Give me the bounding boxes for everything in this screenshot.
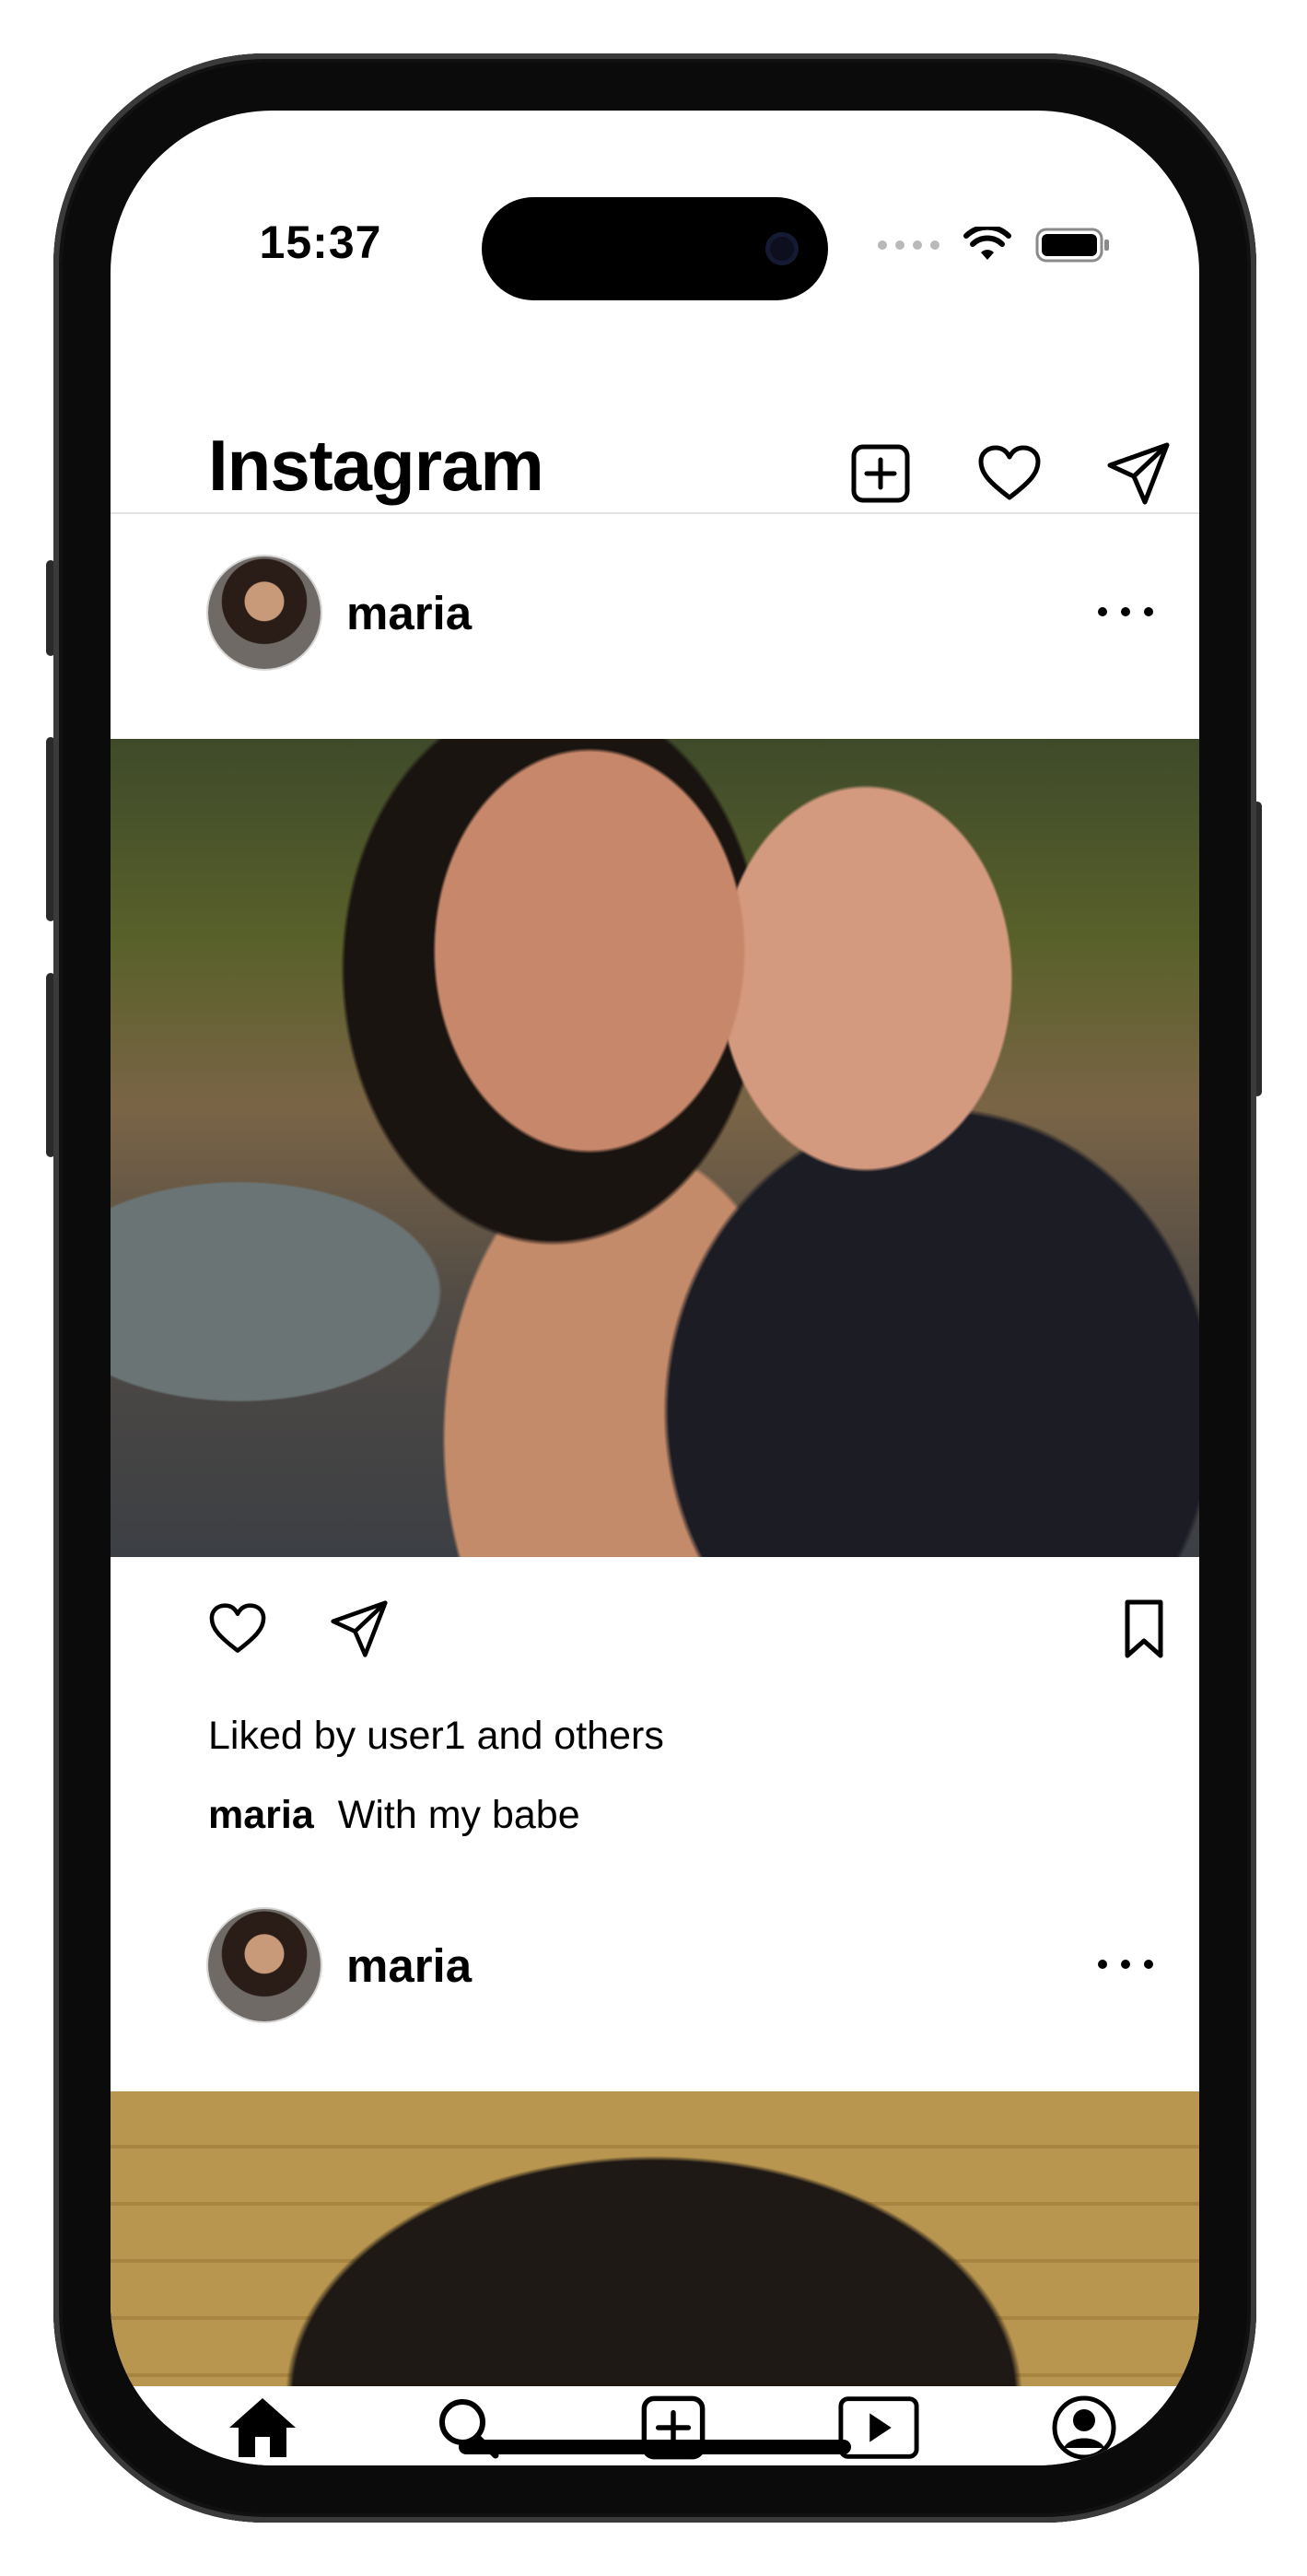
caption-username[interactable]: maria: [208, 1793, 314, 1837]
post-photo[interactable]: [111, 739, 1199, 1557]
wifi-icon: [963, 227, 1011, 260]
add-post-button[interactable]: [847, 440, 914, 507]
more-dot: [1121, 607, 1130, 616]
likes-summary[interactable]: Liked by user1 and others: [208, 1714, 664, 1759]
post-caption: maria With my babe: [208, 1793, 580, 1838]
send-icon: [331, 1600, 388, 1657]
post-actions: [111, 1592, 1199, 1675]
post-header: maria: [111, 556, 1199, 678]
post-header: maria: [111, 1909, 1199, 2031]
tab-reels[interactable]: [837, 2386, 920, 2465]
more-options-button[interactable]: [1098, 593, 1153, 630]
caption-text: With my babe: [337, 1793, 580, 1837]
avatar[interactable]: [208, 556, 321, 669]
app-header: Instagram: [111, 341, 1199, 514]
cellular-dots-icon: [878, 240, 939, 250]
camera-icon: [765, 232, 799, 265]
dynamic-island: [482, 197, 828, 300]
add-post-icon: [851, 444, 910, 503]
bookmark-icon: [1125, 1599, 1163, 1658]
share-button[interactable]: [322, 1592, 396, 1666]
save-button[interactable]: [1107, 1592, 1181, 1666]
post-photo[interactable]: [111, 2091, 1199, 2386]
app-title: Instagram: [208, 425, 544, 506]
more-dot: [1144, 1960, 1153, 1969]
home-icon: [229, 2398, 296, 2457]
tab-profile[interactable]: [1043, 2386, 1126, 2465]
post-username[interactable]: maria: [346, 1938, 472, 1993]
battery-icon: [1035, 228, 1109, 263]
more-dot: [1121, 1960, 1130, 1969]
profile-icon: [1052, 2395, 1116, 2460]
more-dot: [1144, 607, 1153, 616]
direct-messages-button[interactable]: [1105, 440, 1172, 507]
more-dot: [1098, 607, 1107, 616]
post-username[interactable]: maria: [346, 586, 472, 640]
app-screen: 15:37 Instagram maria Liked by user1 and…: [111, 111, 1199, 2465]
more-dot: [1098, 1960, 1107, 1969]
status-time: 15:37: [259, 217, 382, 268]
send-icon: [1107, 442, 1170, 505]
avatar[interactable]: [208, 1909, 321, 2021]
like-button[interactable]: [201, 1592, 274, 1666]
heart-icon: [209, 1603, 266, 1653]
more-options-button[interactable]: [1098, 1946, 1153, 1983]
home-indicator[interactable]: [459, 2440, 851, 2454]
heart-icon: [978, 445, 1041, 500]
tab-home[interactable]: [221, 2386, 304, 2465]
status-icons: [878, 227, 1111, 263]
phone-frame: 15:37 Instagram maria Liked by user1 and…: [53, 53, 1256, 2523]
activity-button[interactable]: [976, 440, 1043, 507]
